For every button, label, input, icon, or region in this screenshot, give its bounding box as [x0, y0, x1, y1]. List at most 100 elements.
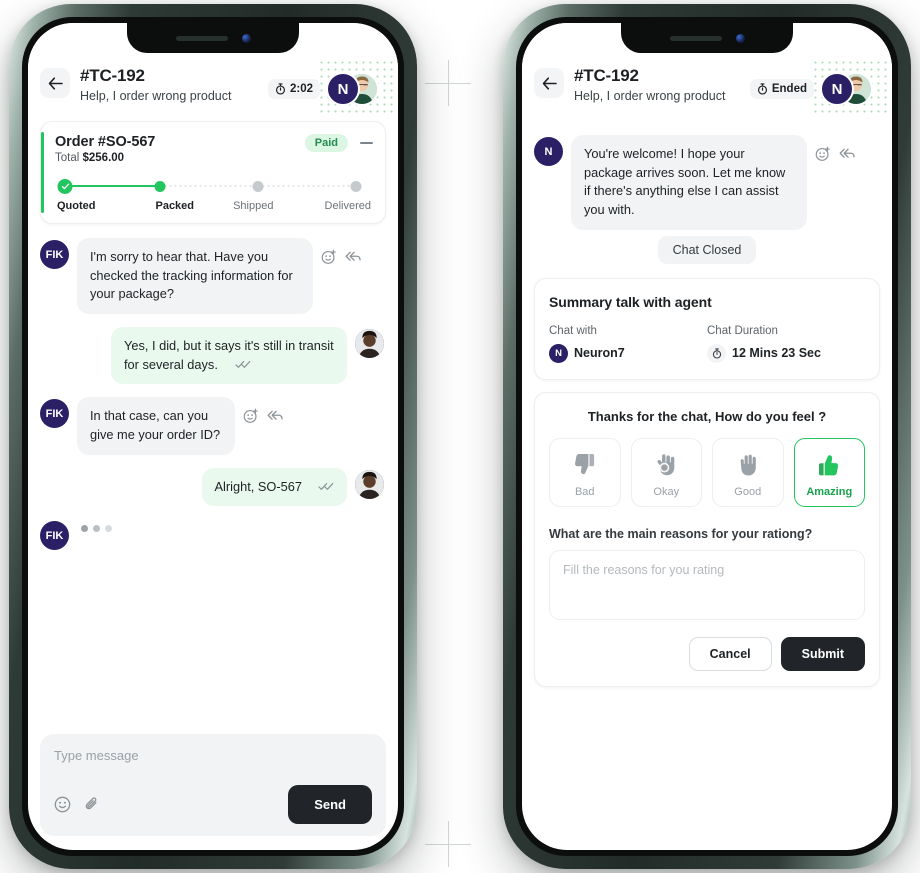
message-list-left[interactable]: FIK I'm sorry to hear that. Have you che…: [28, 224, 398, 734]
tracker-dot-shipped: [252, 181, 264, 192]
tracker-dot-packed: [154, 181, 166, 192]
tracker-line: [57, 178, 371, 194]
avatar-agent-initial-small: N: [549, 343, 568, 363]
rating-question: Thanks for the chat, How do you feel ?: [587, 408, 827, 424]
rating-options: Bad Okay Good Amazing: [549, 437, 865, 507]
summary-duration-label: Chat Duration: [707, 324, 778, 337]
tracker-labels: Quoted Packed Shipped Delivered: [57, 200, 371, 212]
add-reaction-icon[interactable]: [243, 408, 259, 424]
message-row: N You're welcome! I hope your package ar…: [534, 135, 878, 230]
summary-chat-with-value-row: N Neuron7: [549, 343, 707, 363]
reason-textarea[interactable]: Fill the reasons for you rating: [549, 549, 865, 620]
rating-option-okay[interactable]: Okay: [630, 437, 702, 507]
typing-dot: [93, 525, 100, 533]
summary-duration-value: 12 Mins 23 Sec: [732, 346, 821, 361]
add-reaction-icon[interactable]: [321, 249, 337, 265]
participant-avatars[interactable]: N: [812, 59, 888, 117]
chat-header-titles: #TC-192 Help, I order wrong product: [574, 65, 740, 106]
rating-option-label: Bad: [574, 485, 595, 498]
order-card-text: Order #SO-567 Total $256.00: [55, 134, 155, 164]
phone-screen-right: #TC-192 Help, I order wrong product Ende…: [522, 23, 892, 850]
participant-avatars[interactable]: N: [318, 59, 394, 117]
chat-header-titles: #TC-192 Help, I order wrong product: [80, 65, 258, 106]
avatar-agent-fik: FIK: [40, 521, 69, 551]
avatar-agent-initial: N: [820, 72, 854, 106]
earpiece-speaker-icon: [175, 35, 228, 41]
summary-chat-with-value: Neuron7: [574, 346, 625, 361]
send-button[interactable]: Send: [288, 785, 372, 824]
message-row: FIK I'm sorry to hear that. Have you che…: [40, 238, 384, 315]
arrow-left-icon: [48, 76, 63, 90]
message-bubble: I'm sorry to hear that. Have you checked…: [77, 238, 313, 315]
thumbs-up-icon: [819, 454, 839, 476]
typing-dot: [105, 525, 112, 533]
emoji-icon[interactable]: [54, 796, 71, 813]
typing-indicator: [77, 519, 116, 538]
message-actions[interactable]: [321, 249, 362, 265]
rating-option-label: Amazing: [806, 485, 853, 498]
guide-crosshair-vertical-bottom: [448, 821, 449, 867]
reply-all-icon[interactable]: [345, 250, 362, 264]
ticket-subject: Help, I order wrong product: [80, 89, 232, 104]
avatar-agent-initial: N: [326, 72, 360, 106]
paperclip-icon[interactable]: [83, 796, 100, 813]
front-camera-icon: [241, 33, 251, 43]
message-bubble: You're welcome! I hope your package arri…: [571, 135, 807, 230]
reply-all-icon[interactable]: [267, 409, 284, 423]
message-composer[interactable]: Type message Send: [40, 734, 386, 836]
chat-status-badge: Ended: [749, 79, 814, 99]
message-actions[interactable]: [243, 408, 284, 424]
tracker-label-packed: Packed: [155, 200, 195, 212]
raised-hand-icon: [740, 454, 756, 476]
message-list-right[interactable]: N You're welcome! I hope your package ar…: [522, 121, 892, 234]
summary-title: Summary talk with agent: [549, 293, 712, 310]
order-total: Total $256.00: [55, 152, 155, 164]
order-summary-card[interactable]: Order #SO-567 Total $256.00 Paid Quoted …: [40, 121, 386, 224]
summary-grid: Chat with N Neuron7 Chat Duration 12 Min…: [549, 325, 865, 363]
message-row-typing: FIK: [40, 519, 384, 551]
stopwatch-icon: [757, 83, 767, 95]
minus-icon[interactable]: [360, 142, 373, 144]
summary-duration-value-row: 12 Mins 23 Sec: [707, 343, 865, 363]
avatar-customer-photo: [355, 329, 384, 359]
chat-header-right: 2:02 N: [267, 59, 394, 117]
phone-notch-right: [621, 23, 793, 53]
cancel-button[interactable]: Cancel: [688, 636, 772, 671]
phone-device-left: #TC-192 Help, I order wrong product 2:02: [9, 4, 417, 869]
tracker-segment-todo-2: [261, 185, 353, 187]
add-reaction-icon[interactable]: [815, 146, 831, 162]
rating-option-bad[interactable]: Bad: [549, 437, 621, 507]
order-status-badge: Paid: [304, 134, 348, 152]
ok-hand-icon: [657, 453, 675, 475]
rating-option-label: Good: [734, 485, 762, 498]
composer-toolbar: Send: [54, 785, 372, 824]
submit-button[interactable]: Submit: [780, 636, 865, 671]
order-title: Order #SO-567: [55, 134, 156, 150]
stopwatch-icon: [275, 83, 286, 95]
message-input[interactable]: Type message: [54, 748, 372, 763]
arrow-left-icon: [542, 76, 557, 90]
order-card-header: Order #SO-567 Total $256.00 Paid: [55, 134, 373, 164]
earpiece-speaker-icon: [669, 35, 722, 41]
order-total-label: Total: [55, 152, 80, 164]
rating-option-good[interactable]: Good: [712, 437, 784, 507]
tracker-label-shipped: Shipped: [233, 200, 274, 212]
tracker-segment-todo-1: [163, 185, 255, 187]
summary-chat-with: Chat with N Neuron7: [549, 325, 707, 363]
rating-option-amazing[interactable]: Amazing: [793, 437, 865, 507]
chat-status-value: Ended: [771, 83, 807, 95]
avatar-customer-photo: [355, 469, 384, 499]
typing-dot: [81, 525, 88, 533]
chat-closed-wrapper: Chat Closed: [522, 235, 892, 264]
summary-chat-with-label: Chat with: [549, 324, 597, 337]
back-button[interactable]: [40, 68, 70, 98]
reply-all-icon[interactable]: [839, 147, 856, 161]
rating-option-label: Okay: [653, 485, 680, 498]
summary-duration: Chat Duration 12 Mins 23 Sec: [707, 325, 865, 363]
tracker-segment-done: [65, 185, 157, 187]
ticket-id: #TC-192: [574, 66, 639, 85]
avatar-agent-neuron7: N: [534, 137, 563, 166]
back-button[interactable]: [534, 68, 564, 98]
message-actions[interactable]: [815, 146, 856, 162]
tracker-dot-quoted: [57, 179, 73, 194]
